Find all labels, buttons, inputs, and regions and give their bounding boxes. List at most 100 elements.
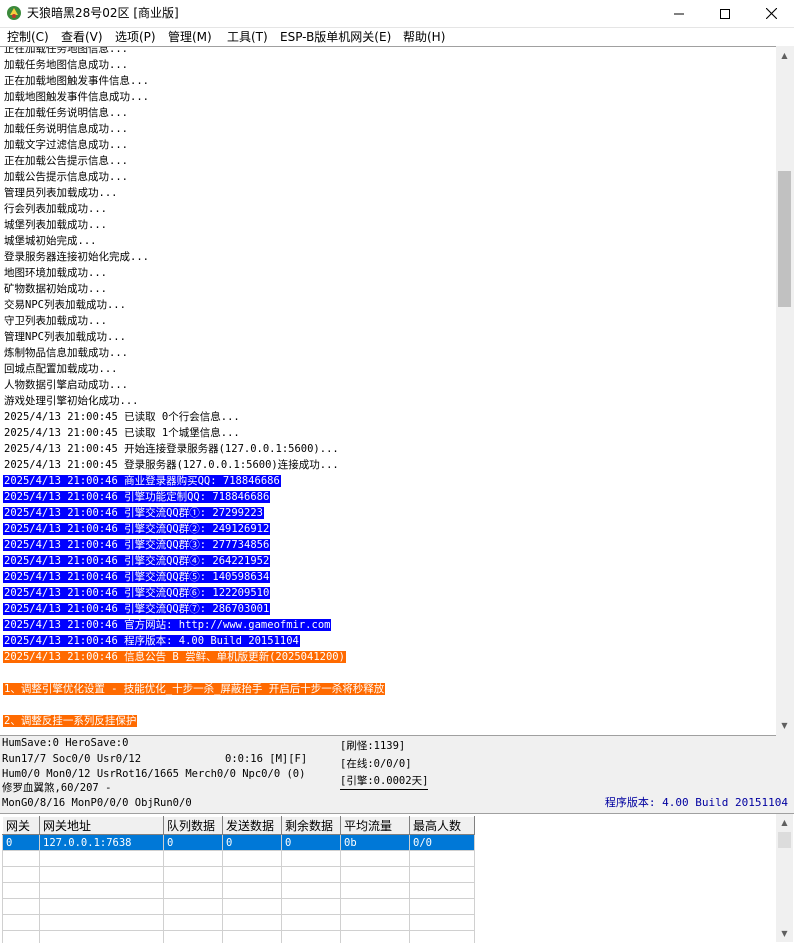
log-line-text: 2025/4/13 21:00:46 引擎交流QQ群④: 264221952 (3, 555, 270, 567)
empty-row (3, 851, 475, 867)
empty-cell (3, 915, 40, 931)
log-line-text: 加载公告提示信息成功... (3, 171, 129, 183)
app-icon (6, 5, 22, 21)
scroll-thumb[interactable] (778, 171, 791, 307)
log-line-text: 正在加载公告提示信息... (3, 155, 129, 167)
menu-options[interactable]: 选项(P) (115, 28, 156, 46)
gate-scrollbar[interactable]: ▲ ▼ (776, 814, 793, 942)
scroll-up-icon[interactable]: ▲ (776, 47, 793, 64)
menu-esp-gateway[interactable]: ESP-B版单机网关(E) (280, 28, 391, 46)
log-line: 加载任务地图信息成功... (3, 57, 773, 73)
empty-cell (282, 851, 341, 867)
empty-cell (282, 931, 341, 943)
log-line-text: 2025/4/13 21:00:46 引擎交流QQ群①: 27299223 (3, 507, 264, 519)
empty-cell (223, 931, 282, 943)
empty-cell (282, 899, 341, 915)
status-save: HumSave:0 HeroSave:0 (2, 737, 128, 750)
gate-list[interactable]: 网关网关地址队列数据发送数据剩余数据平均流量最高人数 0127.0.0.1:76… (0, 813, 794, 943)
log-lines: 正在加载任务地图信息... 加载任务地图信息成功... 正在加载地图触发事件信息..… (3, 46, 773, 729)
column-header[interactable]: 最高人数 (410, 817, 475, 835)
column-header[interactable]: 队列数据 (164, 817, 223, 835)
log-line: 2025/4/13 21:00:45 开始连接登录服务器(127.0.0.1:5… (3, 441, 773, 457)
log-line: 2025/4/13 21:00:46 引擎交流QQ群⑦: 286703001 (3, 601, 773, 617)
menu-tools[interactable]: 工具(T) (227, 28, 268, 46)
empty-cell (3, 931, 40, 943)
status-monster: 修罗血翼煞,60/207 - (2, 782, 111, 795)
column-header[interactable]: 剩余数据 (282, 817, 341, 835)
column-header[interactable]: 网关 (3, 817, 40, 835)
log-line-text: 2025/4/13 21:00:45 登录服务器(127.0.0.1:5600)… (3, 459, 340, 471)
empty-cell (40, 867, 164, 883)
status-panel: HumSave:0 HeroSave:0 Run17/7 Soc0/0 Usr0… (0, 736, 794, 812)
menu-help[interactable]: 帮助(H) (403, 28, 445, 46)
log-line: 管理NPC列表加载成功... (3, 329, 773, 345)
log-line-text: 2025/4/13 21:00:46 商业登录器购买QQ: 718846686 (3, 475, 281, 487)
close-icon (766, 8, 777, 19)
refresh-count: [刷怪:1139] (340, 739, 405, 754)
log-panel[interactable]: 正在加载任务地图信息... 加载任务地图信息成功... 正在加载地图触发事件信息..… (0, 46, 776, 736)
empty-row (3, 915, 475, 931)
log-line: 2025/4/13 21:00:46 官方网站: http://www.game… (3, 617, 773, 633)
log-line-text: 城堡城初始完成... (3, 235, 97, 247)
log-line: 2025/4/13 21:00:46 引擎功能定制QQ: 718846686 (3, 489, 773, 505)
log-line: 登录服务器连接初始化完成... (3, 249, 773, 265)
scroll-down-icon[interactable]: ▼ (776, 717, 793, 734)
maximize-icon (720, 9, 730, 19)
status-mon-objects: MonG0/8/16 MonP0/0/0 ObjRun0/0 (2, 797, 192, 810)
menu-view[interactable]: 查看(V) (61, 28, 103, 46)
empty-cell (40, 899, 164, 915)
scroll-thumb[interactable] (778, 832, 791, 848)
log-line: 2025/4/13 21:00:46 商业登录器购买QQ: 718846686 (3, 473, 773, 489)
empty-cell (3, 883, 40, 899)
scroll-down-icon[interactable]: ▼ (776, 925, 793, 942)
menu-manage[interactable]: 管理(M) (168, 28, 212, 46)
log-scrollbar[interactable]: ▲ ▼ (776, 47, 793, 734)
log-line-text: 城堡列表加载成功... (3, 219, 108, 231)
empty-cell (164, 883, 223, 899)
empty-cell (410, 931, 475, 943)
table-row[interactable]: 0127.0.0.1:76380000b0/0 (3, 835, 475, 851)
log-line-text: 2025/4/13 21:00:46 官方网站: http://www.game… (3, 619, 331, 631)
empty-cell (164, 851, 223, 867)
log-line-text: 矿物数据初始成功... (3, 283, 108, 295)
log-line-text: 守卫列表加载成功... (3, 315, 108, 327)
log-line: 守卫列表加载成功... (3, 313, 773, 329)
log-line-text: 管理员列表加载成功... (3, 187, 118, 199)
status-hum: Hum0/0 Mon0/12 UsrRot16/1665 Merch0/0 Np… (2, 768, 305, 781)
log-line-text: 游戏处理引擎初始化成功... (3, 395, 139, 407)
empty-cell (341, 931, 410, 943)
log-line: 2025/4/13 21:00:46 引擎交流QQ群②: 249126912 (3, 521, 773, 537)
log-line: 正在加载任务地图信息... (3, 46, 773, 57)
log-line-text: 加载任务地图信息成功... (3, 59, 129, 71)
online-count: [在线:0/0/0] (340, 757, 412, 772)
log-line: 游戏处理引擎初始化成功... (3, 393, 773, 409)
log-line-text (3, 699, 5, 711)
log-line: 交易NPC列表加载成功... (3, 297, 773, 313)
menu-control[interactable]: 控制(C) (7, 28, 49, 46)
log-line: 2025/4/13 21:00:45 登录服务器(127.0.0.1:5600)… (3, 457, 773, 473)
column-header[interactable]: 发送数据 (223, 817, 282, 835)
log-line: 正在加载公告提示信息... (3, 153, 773, 169)
empty-cell (341, 883, 410, 899)
log-line: 2、调整反挂一系列反挂保护 (3, 713, 773, 729)
log-line-text: 登录服务器连接初始化完成... (3, 251, 150, 263)
scroll-up-icon[interactable]: ▲ (776, 814, 793, 831)
table-cell: 0/0 (410, 835, 475, 851)
log-line-text: 1、调整引擎优化设置 - 技能优化_十步一杀_屏蔽抬手 开启后十步一杀将秒释放 (3, 683, 385, 695)
log-line-text: 2025/4/13 21:00:46 引擎交流QQ群⑤: 140598634 (3, 571, 270, 583)
table-cell: 0b (341, 835, 410, 851)
maximize-button[interactable] (702, 0, 748, 27)
log-line-text: 地图环境加载成功... (3, 267, 108, 279)
close-button[interactable] (748, 0, 794, 27)
log-line-text: 正在加载地图触发事件信息... (3, 75, 150, 87)
log-line: 2025/4/13 21:00:46 程序版本: 4.00 Build 2015… (3, 633, 773, 649)
log-line-text: 2025/4/13 21:00:46 程序版本: 4.00 Build 2015… (3, 635, 300, 647)
column-header[interactable]: 网关地址 (40, 817, 164, 835)
table-cell: 127.0.0.1:7638 (40, 835, 164, 851)
log-line: 回城点配置加载成功... (3, 361, 773, 377)
log-line: 行会列表加载成功... (3, 201, 773, 217)
minimize-button[interactable] (656, 0, 702, 27)
column-header[interactable]: 平均流量 (341, 817, 410, 835)
gate-table: 网关网关地址队列数据发送数据剩余数据平均流量最高人数 0127.0.0.1:76… (2, 816, 475, 943)
log-line-text: 管理NPC列表加载成功... (3, 331, 127, 343)
